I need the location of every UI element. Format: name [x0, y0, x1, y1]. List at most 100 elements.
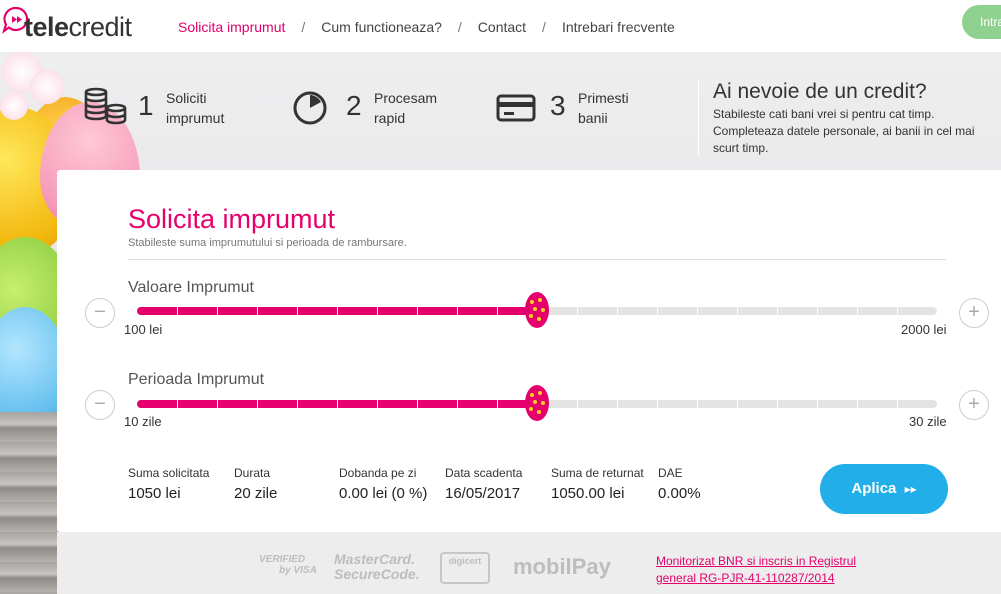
summary-label: Suma solicitata: [128, 466, 210, 480]
amount-slider[interactable]: [137, 292, 937, 328]
step-text-line: imprumut: [166, 110, 225, 126]
slider-tick: [857, 394, 858, 414]
step-text-line: Procesam: [374, 90, 438, 106]
summary-label: Data scadenta: [445, 466, 523, 480]
slider-tick: [177, 301, 178, 321]
amount-max-label: 2000 lei: [901, 322, 947, 337]
slider-tick: [737, 394, 738, 414]
form-subtitle: Stabileste suma imprumutului si perioada…: [128, 237, 407, 249]
slider-tick: [337, 394, 338, 414]
period-label: Perioada Imprumut: [128, 371, 265, 388]
clock-icon: [293, 91, 327, 125]
slider-tick: [777, 394, 778, 414]
slider-tick: [697, 394, 698, 414]
slider-tick: [417, 394, 418, 414]
digicert-seal-logo: digicert: [440, 552, 490, 584]
period-max-label: 30 zile: [909, 414, 947, 429]
slider-tick: [737, 301, 738, 321]
summary-value: 1050 lei: [128, 485, 181, 502]
nav-cum-functioneaza[interactable]: Cum functioneaza?: [321, 19, 442, 35]
summary-value: 1050.00 lei: [551, 485, 625, 502]
apply-button[interactable]: Aplica ▸▸: [820, 464, 948, 514]
brand-name-bold: tele: [24, 12, 69, 42]
step-text: Soliciti imprumut: [166, 88, 256, 128]
trust-badges-bar: VERIFIED by VISA MasterCard. SecureCode.…: [57, 532, 1001, 594]
slider-tick: [457, 394, 458, 414]
slider-tick: [897, 301, 898, 321]
nav-separator: /: [542, 19, 546, 35]
slider-tick: [617, 301, 618, 321]
brand-name: telecredit: [24, 12, 132, 43]
slider-tick: [217, 394, 218, 414]
period-min-label: 10 zile: [124, 414, 162, 429]
period-increase-button[interactable]: +: [959, 390, 989, 420]
step-text-line: rapid: [374, 110, 406, 126]
slider-tick: [337, 301, 338, 321]
summary-label: Durata: [234, 466, 271, 480]
step-text-line: Soliciti: [166, 90, 207, 106]
amount-label: Valoare Imprumut: [128, 279, 254, 296]
slider-tick: [257, 301, 258, 321]
slider-tick: [217, 301, 218, 321]
step-number: 2: [346, 90, 362, 121]
slider-tick: [497, 301, 498, 321]
main-nav: Solicita imprumut / Cum functioneaza? / Cont…: [178, 19, 675, 35]
step-number: 1: [138, 90, 154, 121]
nav-solicita-imprumut[interactable]: Solicita imprumut: [178, 19, 285, 35]
slider-tick: [377, 301, 378, 321]
slider-tick: [577, 394, 578, 414]
slider-tick: [817, 301, 818, 321]
slider-tick: [417, 301, 418, 321]
mastercard-securecode-line: MasterCard.: [334, 551, 415, 567]
slider-tick: [297, 301, 298, 321]
amount-min-label: 100 lei: [124, 322, 163, 337]
brand-name-light: credit: [68, 12, 133, 42]
period-slider-handle-egg-icon[interactable]: [524, 384, 550, 422]
slider-tick: [817, 394, 818, 414]
slider-tick: [697, 301, 698, 321]
form-title: Solicita imprumut: [128, 204, 336, 234]
login-button[interactable]: Intra: [962, 5, 1001, 39]
promo-divider: [698, 80, 699, 156]
step-text: Procesam rapid: [374, 88, 464, 128]
site-header: telecredit Solicita imprumut / Cum functio…: [0, 0, 1001, 52]
verified-by-visa-line: by VISA: [279, 565, 317, 576]
step-text: Primesti banii: [578, 88, 668, 128]
verified-by-visa-line: VERIFIED: [259, 554, 306, 565]
slider-tick: [257, 394, 258, 414]
period-decrease-button[interactable]: −: [85, 390, 115, 420]
double-arrow-icon: ▸▸: [904, 482, 917, 496]
nav-intrebari-frecvente[interactable]: Intrebari frecvente: [562, 19, 675, 35]
steps-bar: 1 Soliciti imprumut 2 Procesam rapid 3 P…: [0, 52, 1001, 172]
slider-tick: [657, 394, 658, 414]
period-slider[interactable]: [137, 385, 937, 421]
step-number: 3: [550, 90, 566, 121]
slider-tick: [177, 394, 178, 414]
nav-contact[interactable]: Contact: [478, 19, 526, 35]
promo-title: Ai nevoie de un credit?: [713, 80, 927, 103]
nav-separator: /: [457, 19, 462, 35]
slider-tick: [377, 394, 378, 414]
bnr-registry-link-line: general RG-PJR-41-110287/2014: [656, 571, 835, 585]
nav-separator: /: [301, 19, 306, 35]
verified-by-visa-logo: VERIFIED by VISA: [259, 554, 317, 576]
coins-icon: [84, 87, 127, 125]
slider-tick: [297, 394, 298, 414]
summary-label: Suma de returnat: [551, 466, 644, 480]
step-text-line: banii: [578, 110, 608, 126]
form-divider: [128, 259, 946, 260]
slider-tick: [577, 301, 578, 321]
summary-value: 0.00 lei (0 %): [339, 485, 428, 502]
mastercard-securecode-line: SecureCode.: [334, 566, 420, 582]
mobilpay-logo: mobilPay: [513, 554, 611, 579]
amount-slider-handle-egg-icon[interactable]: [524, 291, 550, 329]
slider-tick: [897, 394, 898, 414]
step-text-line: Primesti: [578, 90, 629, 106]
slider-tick: [657, 301, 658, 321]
amount-decrease-button[interactable]: −: [85, 298, 115, 328]
digicert-seal-text: digicert: [448, 556, 482, 566]
amount-increase-button[interactable]: +: [959, 298, 989, 328]
apply-button-label: Aplica: [851, 480, 897, 497]
bnr-registry-link[interactable]: Monitorizat BNR si inscris in Registrul …: [656, 553, 856, 587]
bnr-registry-link-line: Monitorizat BNR si inscris in Registrul: [656, 554, 857, 568]
